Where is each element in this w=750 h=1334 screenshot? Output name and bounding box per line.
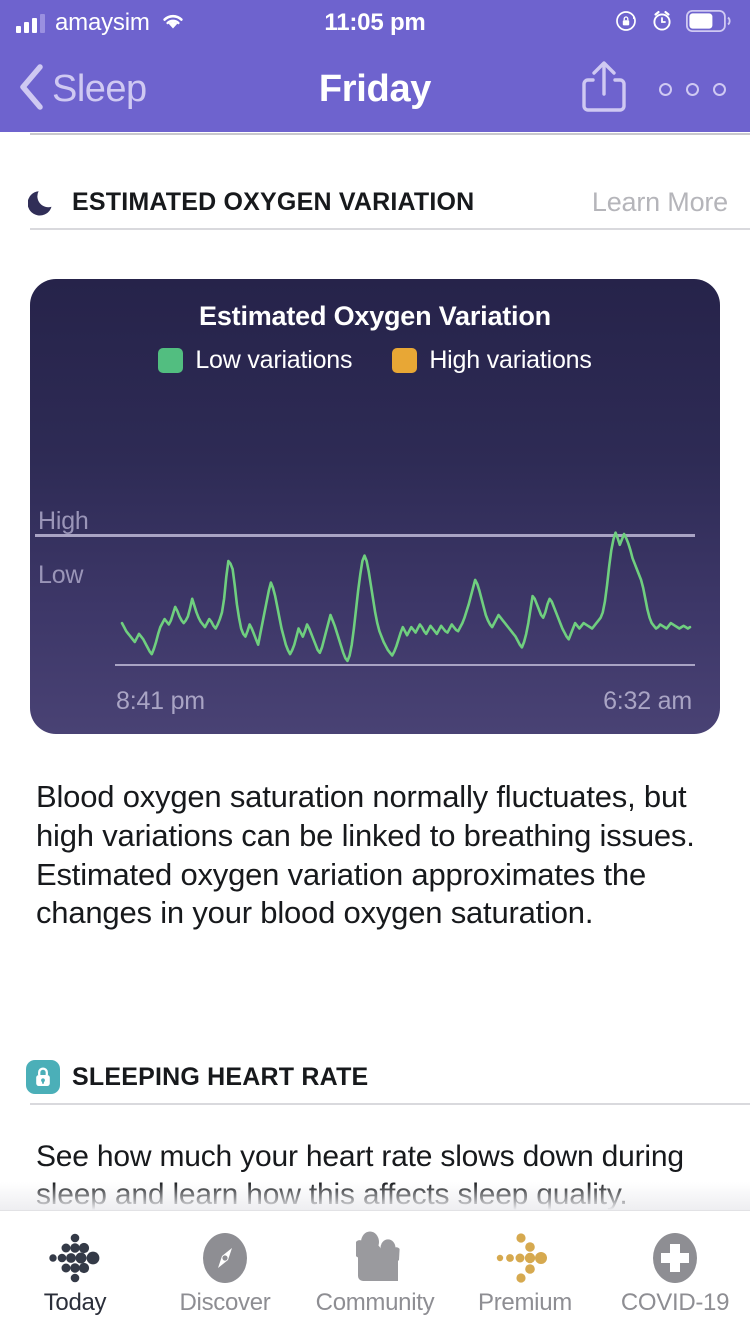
- x-axis-label-end: 6:32 am: [603, 687, 692, 716]
- back-button[interactable]: Sleep: [0, 61, 147, 118]
- tab-discover[interactable]: Discover: [150, 1211, 300, 1317]
- legend-item-low: Low variations: [158, 346, 352, 375]
- people-icon: [343, 1229, 407, 1287]
- section-header-oxygen: ESTIMATED OXYGEN VARIATION Learn More: [0, 173, 750, 231]
- medical-plus-icon: [646, 1229, 704, 1287]
- section-title-oxygen: ESTIMATED OXYGEN VARIATION: [72, 188, 474, 217]
- legend-label-low: Low variations: [195, 346, 352, 375]
- tab-community[interactable]: Community: [300, 1211, 450, 1317]
- learn-more-link[interactable]: Learn More: [592, 187, 728, 218]
- tab-label-premium: Premium: [478, 1289, 572, 1317]
- tab-bar-shadow: [0, 1182, 750, 1210]
- oxygen-variation-chart-card[interactable]: Estimated Oxygen Variation Low variation…: [30, 279, 720, 734]
- nav-actions: [579, 58, 750, 121]
- tab-premium[interactable]: Premium: [450, 1211, 600, 1317]
- section-divider-oxygen: [30, 228, 750, 230]
- chevron-left-icon: [14, 61, 48, 118]
- nav-bar: Friday Sleep: [0, 46, 750, 132]
- tab-bar: Today Discover: [0, 1210, 750, 1334]
- carrier-name: amaysim: [55, 9, 150, 37]
- legend-swatch-high: [392, 348, 417, 373]
- nav-divider: [30, 133, 750, 135]
- fitbit-dots-icon: [44, 1229, 106, 1287]
- tab-label-community: Community: [316, 1289, 435, 1317]
- legend-swatch-low: [158, 348, 183, 373]
- tab-today[interactable]: Today: [0, 1211, 150, 1317]
- tab-label-today: Today: [44, 1289, 107, 1317]
- wifi-icon: [160, 11, 186, 36]
- clock-time: 11:05 pm: [324, 9, 425, 37]
- compass-icon: [196, 1229, 254, 1287]
- cellular-bars-icon: [16, 13, 45, 33]
- tab-covid-19[interactable]: COVID-19: [600, 1211, 750, 1317]
- status-bar: amaysim 11:05 pm: [0, 0, 750, 46]
- chart-title: Estimated Oxygen Variation: [30, 301, 720, 332]
- premium-arrow-icon: [492, 1229, 558, 1287]
- tab-label-discover: Discover: [180, 1289, 271, 1317]
- tab-label-covid: COVID-19: [621, 1289, 729, 1317]
- legend-item-high: High variations: [392, 346, 591, 375]
- oxygen-description-text: Blood oxygen saturation normally fluctua…: [36, 778, 708, 933]
- app-root: amaysim 11:05 pm: [0, 0, 750, 1334]
- section-divider-heart-rate: [30, 1103, 750, 1105]
- section-title-heart-rate: SLEEPING HEART RATE: [72, 1063, 368, 1092]
- status-bar-left: amaysim: [0, 9, 248, 37]
- lock-badge: [26, 1060, 60, 1094]
- more-options-icon[interactable]: [659, 83, 726, 96]
- moon-icon: [26, 185, 60, 219]
- alarm-clock-icon: [650, 9, 674, 38]
- status-bar-right: [503, 9, 750, 38]
- share-icon[interactable]: [579, 58, 629, 121]
- legend-label-high: High variations: [429, 346, 591, 375]
- x-axis-label-start: 8:41 pm: [116, 687, 205, 716]
- oxygen-variation-plot: [30, 479, 720, 679]
- chart-legend: Low variations High variations: [30, 346, 720, 375]
- back-button-label: Sleep: [52, 68, 147, 111]
- lock-icon: [26, 1060, 60, 1094]
- status-bar-center: 11:05 pm: [248, 9, 503, 37]
- battery-icon: [686, 10, 732, 37]
- rotation-lock-icon: [614, 9, 638, 38]
- section-header-heart-rate: SLEEPING HEART RATE: [0, 1048, 750, 1106]
